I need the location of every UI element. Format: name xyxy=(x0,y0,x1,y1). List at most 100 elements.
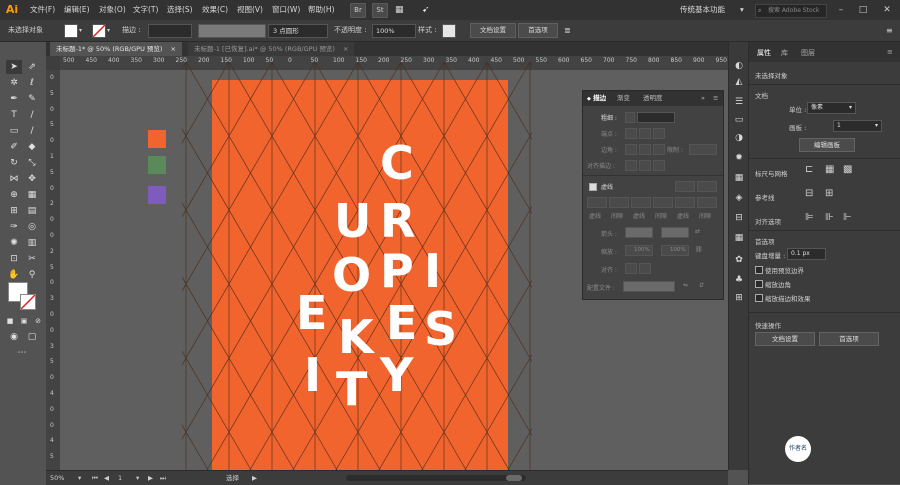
link-scale-icon[interactable]: ⛓ xyxy=(695,246,703,253)
start-scale-input[interactable]: 100% xyxy=(625,245,653,256)
tab-close-icon[interactable]: × xyxy=(343,45,348,53)
guides-icon[interactable]: ⊟ xyxy=(805,188,813,199)
align-dash-button[interactable] xyxy=(697,181,717,192)
line-tool-icon[interactable]: ∕ xyxy=(24,108,40,122)
prev-artboard-icon[interactable]: ◀ xyxy=(104,471,109,485)
slice-tool-icon[interactable]: ✂ xyxy=(24,252,40,266)
shape-builder-icon[interactable]: ⊕ xyxy=(6,188,22,202)
keyboard-increment-input[interactable]: 0.1 px xyxy=(787,248,826,260)
preferences-button[interactable]: 首选项 xyxy=(518,23,558,38)
next-artboard-icon[interactable]: ▶ xyxy=(148,471,153,485)
appearance-panel-icon[interactable]: ✹ xyxy=(733,152,745,164)
first-artboard-icon[interactable]: ⏮ xyxy=(92,471,98,485)
panel-menu-icon[interactable]: ≡ xyxy=(886,20,893,41)
graphic-styles-icon[interactable]: ▦ xyxy=(733,172,745,184)
none-mode-icon[interactable]: ⊘ xyxy=(30,314,46,328)
ruler-origin[interactable] xyxy=(46,56,60,70)
stroke-weight-input[interactable] xyxy=(148,24,192,38)
scale-tool-icon[interactable]: ⤡ xyxy=(24,156,40,170)
align-center-button[interactable] xyxy=(625,160,637,171)
flip-across-icon[interactable]: ⇋ xyxy=(683,282,688,289)
type-tool-icon[interactable]: T xyxy=(6,108,22,122)
artboard-select[interactable]: 1 ▾ xyxy=(833,120,882,132)
swatches-icon[interactable]: ▦ xyxy=(733,232,745,244)
limit-input[interactable] xyxy=(689,144,717,155)
color-panel-icon[interactable]: ◐ xyxy=(733,60,745,72)
last-artboard-icon[interactable]: ⏭ xyxy=(160,471,166,485)
artboards-icon[interactable]: ⊟ xyxy=(733,212,745,224)
tab-properties[interactable]: 属性 xyxy=(757,48,771,58)
fill-dropdown-icon[interactable]: ▾ xyxy=(79,20,82,41)
arrow-tip-place-button[interactable] xyxy=(639,263,651,274)
gap-3-input[interactable] xyxy=(697,197,717,208)
end-scale-input[interactable]: 100% xyxy=(661,245,689,256)
stroke-swatch[interactable] xyxy=(92,24,106,38)
gap-2-input[interactable] xyxy=(653,197,673,208)
horizontal-scrollbar[interactable] xyxy=(346,475,526,481)
document-setup-button[interactable]: 文档设置 xyxy=(755,332,815,346)
snap-point-icon[interactable]: ⊫ xyxy=(805,212,814,223)
opacity-input[interactable]: 100% xyxy=(372,24,416,38)
screen-mode-icon[interactable]: ▢ xyxy=(24,330,40,344)
stock-search-input[interactable]: ⌕ 搜索 Adobe Stock xyxy=(755,4,827,18)
menu-type[interactable]: 文字(T) xyxy=(133,0,158,20)
pixel-grid-icon[interactable]: ▩ xyxy=(843,164,852,175)
collapse-icon[interactable]: » xyxy=(701,91,705,106)
units-select[interactable]: 像素 ▾ xyxy=(807,102,856,114)
brushes-icon[interactable]: ✿ xyxy=(733,254,745,266)
scrollbar-thumb[interactable] xyxy=(506,475,522,481)
align-panel-icon[interactable]: ⊞ xyxy=(733,292,745,304)
square-cap-button[interactable] xyxy=(653,128,665,139)
symbol-sprayer-icon[interactable]: ✺ xyxy=(6,236,22,250)
send-icon[interactable]: ➹ xyxy=(422,0,430,20)
eraser-icon[interactable]: ◆ xyxy=(24,140,40,154)
round-join-button[interactable] xyxy=(639,144,651,155)
flip-along-icon[interactable]: ⇵ xyxy=(699,282,704,289)
workspace-dropdown-icon[interactable]: ▾ xyxy=(740,0,744,20)
dash-3-input[interactable] xyxy=(675,197,695,208)
tab-libraries[interactable]: 库 xyxy=(781,48,788,58)
blend-tool-icon[interactable]: ◎ xyxy=(24,220,40,234)
swatch-purple[interactable] xyxy=(148,186,166,204)
stroke-color-box[interactable] xyxy=(20,294,36,310)
dash-1-input[interactable] xyxy=(587,197,607,208)
dash-2-input[interactable] xyxy=(631,197,651,208)
edit-toolbar-icon[interactable]: ⋯ xyxy=(14,346,30,360)
tab-gradient[interactable]: 渐变 xyxy=(617,91,630,106)
rectangle-tool-icon[interactable]: ▭ xyxy=(6,124,22,138)
stock-button[interactable]: St xyxy=(372,3,388,18)
panel-menu-icon[interactable]: ≡ xyxy=(887,48,893,56)
pen-tool-icon[interactable]: ✒ xyxy=(6,92,22,106)
transparency-panel-icon[interactable]: ◑ xyxy=(733,132,745,144)
grid-icon[interactable]: ▦ xyxy=(825,164,834,175)
free-transform-icon[interactable]: ✥ xyxy=(24,172,40,186)
align-inside-button[interactable] xyxy=(639,160,651,171)
bridge-button[interactable]: Br xyxy=(350,3,366,18)
workspace-grid-icon[interactable]: ▦ xyxy=(395,0,404,20)
ruler-icon[interactable]: ⊏ xyxy=(805,164,813,175)
miter-join-button[interactable] xyxy=(625,144,637,155)
snap-grid-icon[interactable]: ⊪ xyxy=(825,212,834,223)
symbols-icon[interactable]: ♣ xyxy=(733,274,745,286)
edit-artboards-button[interactable]: 编辑画板 xyxy=(799,138,855,152)
draw-mode-icon[interactable]: ◉ xyxy=(6,330,22,344)
round-cap-button[interactable] xyxy=(639,128,651,139)
eyedropper-icon[interactable]: ✑ xyxy=(6,220,22,234)
tab-untitled-recovered[interactable]: 未标题-1 [已恢复].ai* @ 50% (RGB/GPU 预览) × xyxy=(188,42,355,56)
graphic-style-swatch[interactable] xyxy=(442,24,456,38)
align-outside-button[interactable] xyxy=(653,160,665,171)
scale-strokes-checkbox[interactable] xyxy=(755,294,763,302)
panel-menu-icon[interactable]: ≡ xyxy=(713,91,718,106)
arrange-icon[interactable]: ≣ xyxy=(564,20,571,41)
shaper-tool-icon[interactable]: ✐ xyxy=(6,140,22,154)
maximize-icon[interactable]: □ xyxy=(852,0,874,20)
artboard-number[interactable]: 1 xyxy=(118,471,122,485)
fill-swatch[interactable] xyxy=(64,24,78,38)
menu-select[interactable]: 选择(S) xyxy=(167,0,193,20)
mesh-tool-icon[interactable]: ⊞ xyxy=(6,204,22,218)
color-guide-icon[interactable]: ◭ xyxy=(733,76,745,88)
brush-definition[interactable]: 3 点圆形 xyxy=(268,24,328,38)
zoom-level[interactable]: 50% xyxy=(50,471,64,485)
status-arrow-icon[interactable]: ▶ xyxy=(252,471,257,485)
paintbrush-icon[interactable]: ∕ xyxy=(24,124,40,138)
